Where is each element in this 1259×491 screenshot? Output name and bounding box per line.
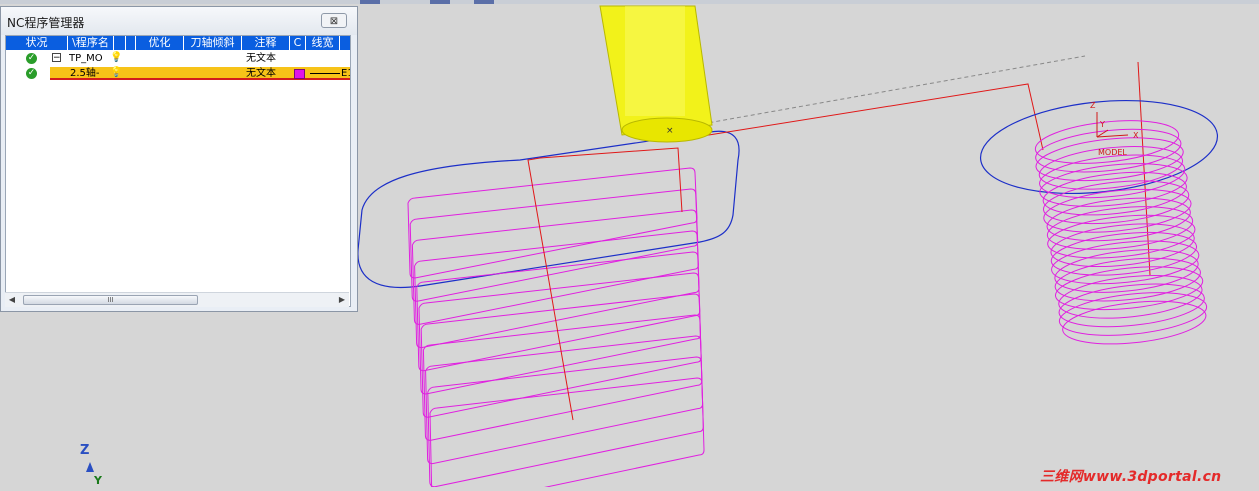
line-style-sample (310, 73, 340, 74)
table-header: 状况 \程序名 优化 刀轴倾斜 注释 C 线宽 (6, 36, 350, 50)
world-axis-y-label: Y (94, 474, 102, 487)
toolpath-left (407, 167, 705, 491)
link-path-top (689, 83, 1044, 151)
toolbar-button[interactable] (360, 0, 380, 4)
model-label: MODEL (1098, 148, 1127, 157)
scroll-thumb[interactable]: III (23, 295, 198, 305)
toolpath-loop (422, 314, 703, 441)
toolpath-loop (407, 167, 698, 279)
status-ok-icon: ✓ (26, 68, 37, 79)
toolbar-button[interactable] (430, 0, 450, 4)
link-path-right (1137, 61, 1151, 276)
scroll-right-arrow-icon[interactable]: ▶ (337, 293, 347, 307)
model-axis-z-label: Z (1090, 101, 1096, 110)
column-header-color[interactable]: C (290, 36, 306, 50)
z-axis-arrow-icon (86, 462, 94, 472)
program-name: TP_MO (69, 53, 103, 64)
column-header-comment[interactable]: 注释 (242, 36, 290, 50)
comment-cell: 无文本 (246, 53, 276, 64)
toolbar-button[interactable] (474, 0, 494, 4)
column-header-blank[interactable] (126, 36, 136, 50)
column-header-status[interactable]: 状况 (6, 36, 68, 50)
column-header-line-width[interactable]: 线宽 (306, 36, 340, 50)
column-header-blank[interactable] (114, 36, 126, 50)
watermark: 三维网www.3dportal.cn (1040, 469, 1222, 485)
horizontal-scrollbar[interactable]: ◀ III ▶ (5, 292, 349, 307)
nc-program-manager-window[interactable]: NC程序管理器 ⊠ 状况 \程序名 优化 刀轴倾斜 注释 C 线宽 ✓ − TP… (0, 6, 358, 312)
model-axis-x-label: X (1133, 131, 1139, 140)
link-path-left (527, 147, 683, 421)
cutting-tool (599, 5, 713, 143)
tree-row[interactable]: ✓ − TP_MO 💡 无文本 (6, 52, 350, 65)
scroll-left-arrow-icon[interactable]: ◀ (7, 293, 17, 307)
column-header-tool-axis-tilt[interactable]: 刀轴倾斜 (184, 36, 242, 50)
toolpath-loop (418, 272, 702, 395)
comment-cell: 无文本 (246, 68, 276, 79)
tree-row-selected[interactable]: ✓ 2.5轴- 💡 无文本 E1 (6, 67, 350, 80)
toolpath-loop (409, 188, 699, 302)
world-axis-z-label: Z (80, 443, 90, 458)
program-tree-table[interactable]: 状况 \程序名 优化 刀轴倾斜 注释 C 线宽 ✓ − TP_MO 💡 无文本 … (5, 35, 351, 307)
column-header-program-name[interactable]: \程序名 (68, 36, 114, 50)
tool-marker: × (666, 126, 674, 136)
color-swatch[interactable] (294, 69, 305, 79)
line-type-cell: E1 (341, 68, 350, 79)
column-header-optimize[interactable]: 优化 (136, 36, 184, 50)
status-ok-icon: ✓ (26, 53, 37, 64)
blank-outline-right (979, 99, 1219, 195)
window-titlebar[interactable]: NC程序管理器 ⊠ (1, 7, 357, 35)
top-toolbar-strip (0, 0, 1259, 4)
lightbulb-icon[interactable]: 💡 (110, 67, 122, 78)
toolpath-loop (420, 293, 702, 418)
program-name: 2.5轴- (70, 68, 100, 79)
collapse-icon[interactable]: − (52, 53, 61, 63)
toolpath-loop (425, 335, 704, 465)
close-button[interactable]: ⊠ (321, 13, 347, 28)
column-header-extra[interactable] (340, 36, 350, 50)
lightbulb-icon[interactable]: 💡 (110, 52, 122, 63)
model-axis-y-label: Y (1099, 120, 1105, 129)
toolpath-loop (416, 251, 701, 372)
window-title: NC程序管理器 (7, 16, 85, 30)
